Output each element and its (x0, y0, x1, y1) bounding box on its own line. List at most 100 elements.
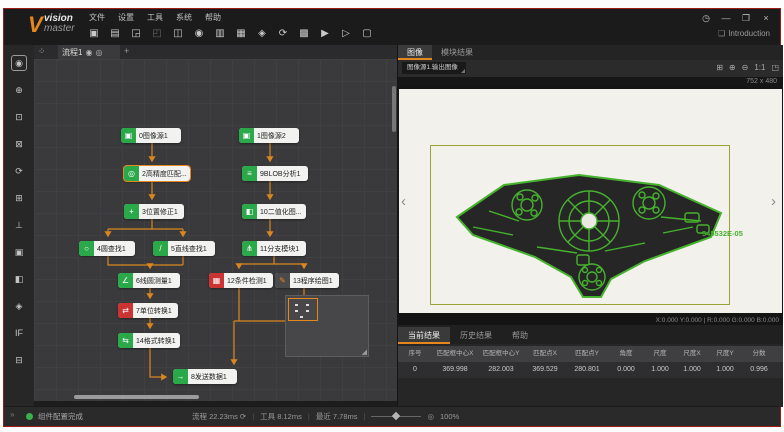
col-header-8: 尺度Y (708, 346, 742, 362)
clock-icon[interactable]: ◷ (700, 12, 712, 24)
position-icon[interactable]: ⊡ (11, 109, 27, 125)
node-send-data[interactable]: →8发送数据1 (173, 369, 237, 384)
io-settings-icon[interactable]: ▦ (234, 27, 248, 41)
result-row-0[interactable]: 0369.998282.003369.529280.8010.0001.0001… (398, 362, 783, 378)
image-resolution: 752 x 480 (746, 78, 777, 85)
node-script-draw[interactable]: ✎13程序绘图1 (275, 273, 339, 288)
cell-0-1: 369.998 (432, 362, 478, 378)
actual-size-icon[interactable]: 1:1 (754, 62, 765, 74)
menu-item-1[interactable]: 设置 (118, 11, 134, 24)
global-variable-icon[interactable]: ◈ (255, 27, 269, 41)
minimap-resize-icon[interactable]: ◢ (362, 348, 367, 356)
introduction-icon: ❏ (718, 29, 725, 38)
node-position-fix[interactable]: +3位置修正1 (124, 204, 184, 219)
prev-image-arrow[interactable]: ‹ (401, 193, 406, 210)
data-queue-icon[interactable]: ▩ (297, 27, 311, 41)
node-unit-convert[interactable]: ⇄7单位转换1 (118, 303, 178, 318)
add-flow-button[interactable]: + (124, 46, 129, 56)
run-continuous-icon[interactable]: ▷ (339, 27, 353, 41)
node-line-circle-measure-icon: ∠ (118, 273, 133, 288)
next-image-arrow[interactable]: › (771, 193, 776, 210)
layout-icon[interactable]: ◫ (171, 27, 185, 41)
node-image-source-1[interactable]: ▣0图像源1 (121, 128, 181, 143)
minimize-button[interactable]: — (720, 12, 732, 24)
run-once-icon[interactable]: ▶ (318, 27, 332, 41)
timing-metrics: 流程 22.23ms ⟳|工具 8.12ms|最近 7.78ms|◎100% (192, 411, 459, 422)
node-condition-check[interactable]: ▦12条件检测1 (209, 273, 273, 288)
deep-learning-icon[interactable]: ◈ (11, 298, 27, 314)
canvas-hscrollbar[interactable] (74, 395, 199, 399)
node-format-convert[interactable]: ⇆14格式转换1 (118, 333, 180, 348)
camera-icon[interactable]: ◉ (192, 27, 206, 41)
save-icon[interactable]: ▣ (87, 27, 101, 41)
col-header-4: 匹配点Y (566, 346, 608, 362)
canvas-zoom-slider[interactable] (371, 412, 421, 421)
sync-icon[interactable]: ⟳ (276, 27, 290, 41)
image-viewer[interactable]: 545532E-05 ‹ › X:0.000 Y:0.000 | R:0.000… (398, 87, 783, 325)
multi-view-icon[interactable]: ▥ (213, 27, 227, 41)
viewer-tab-1[interactable]: 模块结果 (432, 45, 482, 60)
node-script-draw-label: 13程序绘图1 (290, 276, 336, 286)
minimap-viewport[interactable] (288, 298, 318, 321)
node-line-find[interactable]: /5直线查找1 (153, 241, 215, 256)
node-circle-find-icon: ○ (79, 241, 94, 256)
fit-view-icon[interactable]: ⊞ (716, 62, 723, 74)
node-branch-module[interactable]: ⋔11分支模块1 (242, 241, 306, 256)
flow-run-loop-button[interactable]: ◎ (95, 48, 102, 57)
zoom-in-icon[interactable]: ⊕ (729, 62, 736, 74)
viewer-zoom-icons: ⊞ ⊕ ⊖ 1:1 ◳ (716, 62, 779, 74)
status-expander[interactable]: » (10, 410, 14, 419)
fullscreen-icon[interactable]: ◳ (771, 62, 779, 74)
communication-icon[interactable]: ⊟ (11, 352, 27, 368)
cell-0-5: 0.000 (608, 362, 644, 378)
col-header-6: 尺度 (644, 346, 676, 362)
right-panel: 图像模块结果 图像源1.输出图像 ⊞ ⊕ ⊖ 1:1 ◳ 752 x 480 (397, 45, 783, 407)
image-source-dropdown[interactable]: 图像源1.输出图像 (402, 62, 466, 74)
canvas-vscrollbar[interactable] (392, 86, 396, 132)
node-blob-analysis[interactable]: ≡9BLOB分析1 (242, 166, 308, 181)
close-button[interactable]: × (760, 12, 772, 24)
node-binarize[interactable]: ◧10二值化图... (242, 204, 306, 219)
caliper-icon[interactable]: ⊥ (11, 217, 27, 233)
restore-button[interactable]: ❐ (740, 12, 752, 24)
flow-structure-icon[interactable]: ⁘ (38, 46, 46, 57)
save-as-icon[interactable]: ◲ (129, 27, 143, 41)
metric-separator: | (364, 412, 366, 421)
camera-source-icon[interactable]: ◉ (11, 55, 27, 71)
color-icon[interactable]: ◧ (11, 271, 27, 287)
locate-icon[interactable]: ⊕ (11, 82, 27, 98)
node-line-circle-measure[interactable]: ∠6线圆测量1 (118, 273, 180, 288)
open-icon[interactable]: ▤ (108, 27, 122, 41)
node-circle-find[interactable]: ○4圆查找1 (79, 241, 135, 256)
flow-tab[interactable]: 流程1 ◉ ◎ (58, 45, 120, 59)
stop-icon[interactable]: ▢ (360, 27, 374, 41)
menu-item-0[interactable]: 文件 (89, 11, 105, 24)
result-tab-1[interactable]: 历史结果 (450, 327, 502, 344)
node-image-source-2-label: 1图像源2 (254, 131, 289, 141)
node-condition-check-label: 12条件检测1 (224, 276, 270, 286)
menu-item-3[interactable]: 系统 (176, 11, 192, 24)
import-icon[interactable]: ◰ (150, 27, 164, 41)
viewer-tab-0[interactable]: 图像 (398, 45, 432, 60)
flow-canvas[interactable]: ▣0图像源1 ▣1图像源2 ◎2高精度匹配... ≡9BLOB分析1 +3位置修正1 ◧1… (34, 59, 397, 401)
menu-item-4[interactable]: 帮助 (205, 11, 221, 24)
if-logic-icon[interactable]: IF (11, 325, 27, 341)
app-window: V vision master 文件设置工具系统帮助 ▣▤◲◰◫◉▥▦◈⟳▩▶▷… (3, 8, 781, 427)
match-icon[interactable]: ⊞ (11, 190, 27, 206)
rotate-icon[interactable]: ⟳ (11, 163, 27, 179)
focus-icon[interactable]: ⊠ (11, 136, 27, 152)
canvas-minimap[interactable]: ◢ (285, 295, 369, 357)
node-image-source-2[interactable]: ▣1图像源2 (239, 128, 299, 143)
zoom-magnifier-icon: ◎ (427, 412, 434, 421)
zoom-out-icon[interactable]: ⊖ (742, 62, 749, 74)
node-hp-match[interactable]: ◎2高精度匹配... (124, 166, 190, 181)
main-toolbar: ▣ ▤ ◲ ◰ ◫ ◉ ▥ ▦ ◈ ⟳ ▩ ▶ ▷ ▢ (87, 25, 374, 43)
introduction-link[interactable]: ❏Introduction (718, 29, 770, 38)
node-send-data-label: 8发送数据1 (188, 372, 230, 382)
flow-run-once-button[interactable]: ◉ (85, 48, 92, 57)
node-format-convert-icon: ⇆ (118, 333, 133, 348)
menu-item-2[interactable]: 工具 (147, 11, 163, 24)
result-tab-2[interactable]: 帮助 (502, 327, 538, 344)
image-process-icon[interactable]: ▣ (11, 244, 27, 260)
result-tab-0[interactable]: 当前结果 (398, 327, 450, 344)
